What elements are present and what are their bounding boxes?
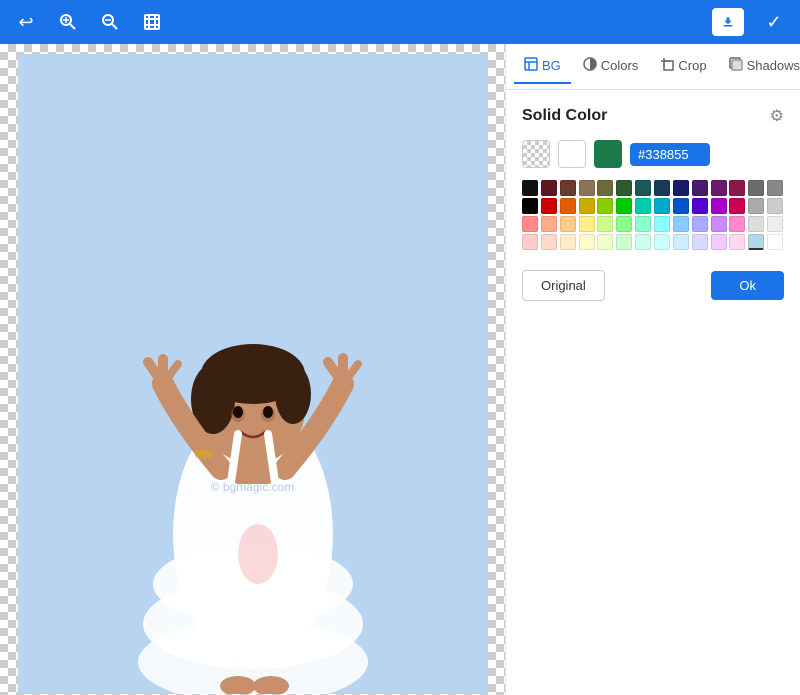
tab-shadows[interactable]: Shadows xyxy=(719,49,800,84)
color-cell[interactable] xyxy=(597,198,613,214)
color-cell[interactable] xyxy=(616,180,632,196)
tab-crop-label: Crop xyxy=(678,58,706,73)
color-cell[interactable] xyxy=(522,234,538,250)
canvas-area: © bgmagic.com xyxy=(0,44,505,695)
right-panel: BG Colors C xyxy=(505,44,800,695)
ok-button[interactable]: Ok xyxy=(711,271,784,300)
color-cell[interactable] xyxy=(673,198,689,214)
color-cell[interactable] xyxy=(692,180,708,196)
color-cell[interactable] xyxy=(541,198,557,214)
confirm-icon[interactable]: ✓ xyxy=(760,8,788,36)
color-cell[interactable] xyxy=(673,180,689,196)
zoom-in-icon[interactable] xyxy=(54,8,82,36)
color-cell[interactable] xyxy=(579,180,595,196)
color-cell[interactable] xyxy=(654,180,670,196)
transparent-swatch[interactable] xyxy=(522,140,550,168)
settings-icon[interactable]: ⚙ xyxy=(770,106,784,126)
color-grid xyxy=(522,180,784,250)
color-cell[interactable] xyxy=(560,180,576,196)
color-cell[interactable] xyxy=(767,234,783,250)
tab-bg[interactable]: BG xyxy=(514,49,571,84)
zoom-out-icon[interactable] xyxy=(96,8,124,36)
toolbar: ↩ xyxy=(0,0,800,44)
color-cell[interactable] xyxy=(729,216,745,232)
color-cell[interactable] xyxy=(560,216,576,232)
green-swatch[interactable] xyxy=(594,140,622,168)
image-container: © bgmagic.com xyxy=(18,54,488,694)
color-cell[interactable] xyxy=(692,198,708,214)
color-cell[interactable] xyxy=(748,216,764,232)
section-title: Solid Color xyxy=(522,107,607,125)
color-cell[interactable] xyxy=(635,216,651,232)
colors-tab-icon xyxy=(583,57,597,74)
color-top-row: #338855 xyxy=(522,140,784,168)
main-container: © bgmagic.com BG xyxy=(0,44,800,695)
color-cell[interactable] xyxy=(767,198,783,214)
color-cell[interactable] xyxy=(729,234,745,250)
color-cell[interactable] xyxy=(654,234,670,250)
color-cell[interactable] xyxy=(711,234,727,250)
color-cell[interactable] xyxy=(541,180,557,196)
color-cell[interactable] xyxy=(635,234,651,250)
tab-bg-label: BG xyxy=(542,58,561,73)
tab-crop[interactable]: Crop xyxy=(650,49,716,84)
color-cell[interactable] xyxy=(729,180,745,196)
tab-colors-label: Colors xyxy=(601,58,639,73)
color-cell[interactable] xyxy=(522,216,538,232)
color-cell[interactable] xyxy=(748,234,764,250)
download-button[interactable] xyxy=(712,8,744,36)
color-cell[interactable] xyxy=(541,216,557,232)
toolbar-left: ↩ xyxy=(12,8,166,36)
color-cell[interactable] xyxy=(767,216,783,232)
color-cell[interactable] xyxy=(748,180,764,196)
hex-input[interactable]: #338855 xyxy=(630,143,710,166)
color-cell[interactable] xyxy=(616,216,632,232)
tab-colors[interactable]: Colors xyxy=(573,49,649,84)
fit-icon[interactable] xyxy=(138,8,166,36)
color-cell[interactable] xyxy=(579,234,595,250)
color-cell[interactable] xyxy=(711,198,727,214)
color-cell[interactable] xyxy=(729,198,745,214)
undo-icon[interactable]: ↩ xyxy=(12,8,40,36)
color-cell[interactable] xyxy=(616,198,632,214)
original-button[interactable]: Original xyxy=(522,270,605,301)
tabs-bar: BG Colors C xyxy=(506,44,800,90)
color-cell[interactable] xyxy=(597,216,613,232)
color-cell[interactable] xyxy=(522,180,538,196)
color-cell[interactable] xyxy=(767,180,783,196)
color-cell[interactable] xyxy=(711,180,727,196)
color-cell[interactable] xyxy=(597,234,613,250)
crop-tab-icon xyxy=(660,57,674,74)
child-figure xyxy=(83,114,423,694)
color-cell[interactable] xyxy=(673,234,689,250)
color-cell[interactable] xyxy=(579,216,595,232)
white-swatch[interactable] xyxy=(558,140,586,168)
color-cell[interactable] xyxy=(522,198,538,214)
bg-tab-icon xyxy=(524,57,538,74)
color-cell[interactable] xyxy=(692,234,708,250)
color-cell[interactable] xyxy=(635,198,651,214)
color-cell[interactable] xyxy=(654,198,670,214)
color-cell[interactable] xyxy=(692,216,708,232)
color-cell[interactable] xyxy=(616,234,632,250)
color-cell[interactable] xyxy=(673,216,689,232)
color-cell[interactable] xyxy=(654,216,670,232)
buttons-row: Original Ok xyxy=(522,270,784,301)
color-cell[interactable] xyxy=(748,198,764,214)
color-cell[interactable] xyxy=(541,234,557,250)
color-cell[interactable] xyxy=(635,180,651,196)
color-cell[interactable] xyxy=(597,180,613,196)
shadows-tab-icon xyxy=(729,57,743,74)
color-cell[interactable] xyxy=(711,216,727,232)
section-header: Solid Color ⚙ xyxy=(522,106,784,126)
color-cell[interactable] xyxy=(579,198,595,214)
panel-content: Solid Color ⚙ #338855 Original Ok xyxy=(506,90,800,695)
color-cell[interactable] xyxy=(560,234,576,250)
color-cell[interactable] xyxy=(560,198,576,214)
tab-shadows-label: Shadows xyxy=(747,58,800,73)
